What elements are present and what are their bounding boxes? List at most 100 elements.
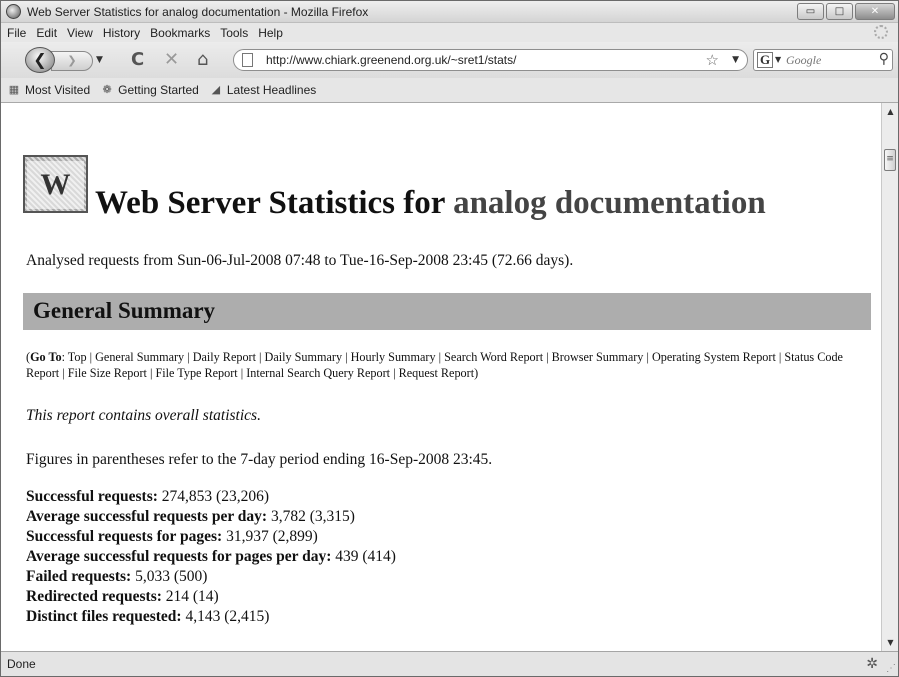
vertical-scrollbar[interactable]: ▲ ≡ ▼: [881, 103, 898, 651]
stat-failed-requests: Failed requests: 5,033 (500): [26, 567, 396, 587]
google-icon[interactable]: G: [757, 52, 773, 68]
most-visited-icon: ▦: [8, 84, 20, 96]
goto-separator: |: [643, 350, 652, 364]
report-intro: This report contains overall statistics.: [26, 407, 261, 424]
summary-stats: Successful requests: 274,853 (23,206) Av…: [26, 487, 396, 627]
goto-link[interactable]: General Summary: [95, 350, 184, 364]
menu-file[interactable]: File: [7, 26, 26, 40]
stat-label: Successful requests:: [26, 488, 158, 505]
goto-link[interactable]: Request Report: [399, 366, 474, 380]
bookmark-label: Latest Headlines: [226, 83, 317, 97]
goto-separator: |: [543, 350, 552, 364]
url-dropdown-icon[interactable]: ▼: [732, 55, 739, 65]
status-text: Done: [7, 657, 36, 671]
page-icon: [242, 53, 253, 67]
history-dropdown-icon[interactable]: ▼: [96, 55, 103, 65]
minimize-button[interactable]: ▭: [797, 3, 824, 20]
scroll-up-icon[interactable]: ▲: [882, 103, 899, 120]
menu-bookmarks[interactable]: Bookmarks: [150, 26, 210, 40]
navigation-toolbar: ❯ ❮ ▼ C ✕ ⌂ ☆ ▼ G ▼ ⚲: [1, 42, 898, 78]
goto-link[interactable]: Browser Summary: [552, 350, 644, 364]
bookmark-latest-headlines[interactable]: ◢ Latest Headlines: [209, 83, 317, 97]
menu-edit[interactable]: Edit: [36, 26, 57, 40]
url-input[interactable]: [266, 52, 686, 68]
stat-value: 214 (14): [161, 588, 219, 605]
stat-value: 439 (414): [331, 548, 396, 565]
title-prefix: Web Server Statistics for: [95, 185, 445, 221]
back-button[interactable]: ❮: [25, 47, 55, 73]
menu-view[interactable]: View: [67, 26, 93, 40]
stop-icon[interactable]: ✕: [164, 51, 179, 69]
general-summary-header: General Summary: [23, 293, 871, 330]
stat-page-requests: Successful requests for pages: 31,937 (2…: [26, 527, 396, 547]
goto-link[interactable]: Top: [68, 350, 87, 364]
bookmark-most-visited[interactable]: ▦ Most Visited: [7, 83, 90, 97]
stat-value: 274,853 (23,206): [157, 488, 269, 505]
bookmark-getting-started[interactable]: ❁ Getting Started: [100, 83, 199, 97]
page-title: Web Server Statistics for analog documen…: [95, 185, 766, 222]
goto-link[interactable]: File Type Report: [155, 366, 237, 380]
throbber-icon: [874, 25, 888, 39]
stat-label: Average successful requests per day:: [26, 508, 268, 525]
stat-label: Successful requests for pages:: [26, 528, 223, 545]
stat-value: 4,143 (2,415): [181, 608, 270, 625]
goto-link[interactable]: Daily Report: [193, 350, 256, 364]
menu-help[interactable]: Help: [258, 26, 283, 40]
goto-separator: |: [59, 366, 68, 380]
page-viewport: W Web Server Statistics for analog docum…: [1, 103, 881, 651]
goto-link[interactable]: Internal Search Query Report: [246, 366, 390, 380]
stat-value: 5,033 (500): [131, 568, 208, 585]
title-subject: analog documentation: [453, 185, 766, 221]
goto-link[interactable]: Daily Summary: [265, 350, 343, 364]
stat-redirected-requests: Redirected requests: 214 (14): [26, 587, 396, 607]
scrollbar-thumb[interactable]: ≡: [884, 149, 896, 171]
forward-arrow-icon: ❯: [67, 54, 77, 67]
goto-label: Go To: [30, 350, 62, 364]
goto-separator: |: [435, 350, 445, 364]
forward-button[interactable]: ❯: [51, 51, 93, 71]
scroll-down-icon[interactable]: ▼: [882, 634, 899, 651]
stat-distinct-files: Distinct files requested: 4,143 (2,415): [26, 607, 396, 627]
firefox-icon: ❁: [102, 84, 112, 96]
goto-link[interactable]: Hourly Summary: [351, 350, 436, 364]
window-controls: ▭ □ ✕: [797, 3, 895, 20]
rss-feed-icon: ◢: [211, 84, 221, 96]
bookmark-label: Getting Started: [118, 83, 199, 97]
logo-letter: W: [27, 161, 84, 209]
title-bar: Web Server Statistics for analog documen…: [1, 1, 898, 23]
goto-close: ): [474, 366, 479, 380]
goto-link[interactable]: File Size Report: [68, 366, 147, 380]
figures-note: Figures in parentheses refer to the 7-da…: [26, 451, 493, 468]
resize-grip-icon[interactable]: ⋰: [886, 663, 896, 674]
reload-icon[interactable]: C: [131, 51, 144, 69]
bookmark-star-icon[interactable]: ☆: [706, 51, 719, 69]
maximize-button[interactable]: □: [826, 3, 853, 20]
goto-separator: |: [390, 366, 399, 380]
menu-tools[interactable]: Tools: [220, 26, 248, 40]
stat-label: Redirected requests:: [26, 588, 162, 605]
goto-separator: |: [237, 366, 247, 380]
bookmark-label: Most Visited: [25, 83, 91, 97]
stat-average-page-requests-per-day: Average successful requests for pages pe…: [26, 547, 396, 567]
firefox-icon: [6, 4, 21, 19]
search-bar[interactable]: G ▼ ⚲: [753, 49, 893, 71]
goto-link[interactable]: Search Word Report: [444, 350, 543, 364]
analog-logo: W: [23, 155, 88, 213]
search-icon[interactable]: ⚲: [879, 51, 889, 67]
stat-label: Failed requests:: [26, 568, 132, 585]
stat-label: Average successful requests for pages pe…: [26, 548, 332, 565]
goto-separator: |: [86, 350, 96, 364]
search-input[interactable]: [786, 52, 871, 68]
stat-average-requests-per-day: Average successful requests per day: 3,7…: [26, 507, 396, 527]
window-title: Web Server Statistics for analog documen…: [27, 5, 369, 19]
close-button[interactable]: ✕: [855, 3, 895, 20]
stat-value: 31,937 (2,899): [222, 528, 318, 545]
address-bar[interactable]: ☆ ▼: [233, 49, 748, 71]
goto-separator: |: [184, 350, 193, 364]
home-icon[interactable]: ⌂: [197, 51, 208, 69]
goto-link[interactable]: Operating System Report: [652, 350, 776, 364]
search-engine-dropdown-icon[interactable]: ▼: [775, 55, 781, 64]
menu-history[interactable]: History: [103, 26, 140, 40]
menu-bar: File Edit View History Bookmarks Tools H…: [1, 23, 898, 42]
status-bar: Done ✲ ⋰: [1, 651, 898, 676]
